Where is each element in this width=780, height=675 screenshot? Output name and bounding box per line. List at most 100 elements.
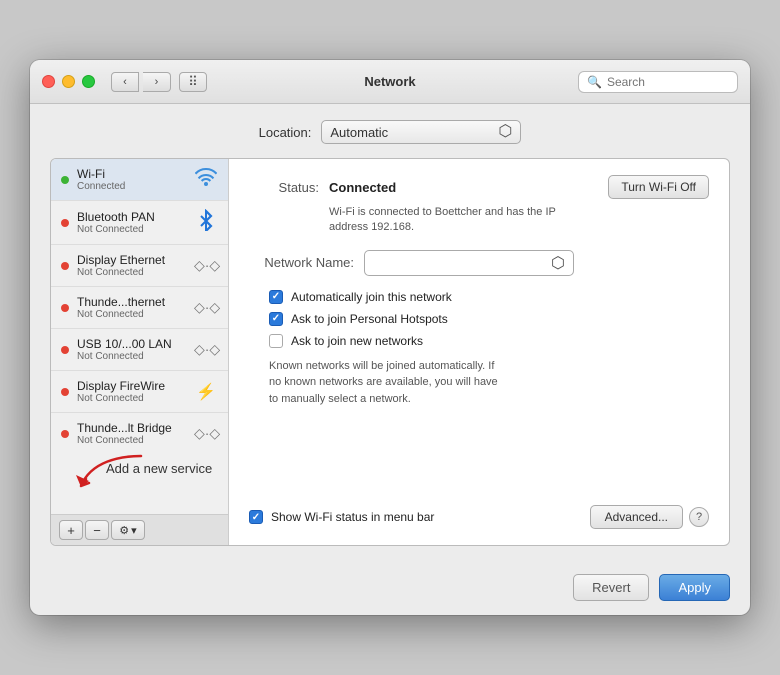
wifi-icon — [194, 168, 218, 191]
sidebar-item-name-tb-bridge: Thunde...lt Bridge — [77, 421, 186, 435]
sidebar-item-name-display-ethernet: Display Ethernet — [77, 253, 186, 267]
sidebar-item-name-tb-ethernet: Thunde...thernet — [77, 295, 186, 309]
gear-menu-button[interactable]: ⚙ ▾ — [111, 520, 145, 540]
join-new-networks-checkbox[interactable] — [269, 334, 283, 348]
location-select[interactable]: Automatic ⬡ — [321, 120, 521, 144]
auto-join-label: Automatically join this network — [291, 290, 452, 304]
sidebar-item-tb-bridge[interactable]: Thunde...lt Bridge Not Connected ◇·◇ — [51, 413, 228, 454]
join-new-networks-row: Ask to join new networks — [269, 334, 709, 348]
remove-service-button[interactable]: − — [85, 520, 109, 540]
show-wifi-checkbox[interactable] — [249, 510, 263, 524]
sidebar-item-status-tb-ethernet: Not Connected — [77, 309, 186, 320]
status-dot-tb-ethernet — [61, 304, 69, 312]
sidebar-item-info-tb-ethernet: Thunde...thernet Not Connected — [77, 295, 186, 320]
sidebar-list: Wi-Fi Connected Bluetooth P — [51, 159, 228, 454]
personal-hotspot-label: Ask to join Personal Hotspots — [291, 312, 448, 326]
auto-join-checkbox[interactable] — [269, 290, 283, 304]
sidebar-item-info-display-ethernet: Display Ethernet Not Connected — [77, 253, 186, 278]
checkboxes: Automatically join this network Ask to j… — [269, 290, 709, 348]
sidebar-item-bluetooth[interactable]: Bluetooth PAN Not Connected — [51, 201, 228, 245]
sidebar-item-name-usb-lan: USB 10/...00 LAN — [77, 337, 186, 351]
network-name-label: Network Name: — [249, 255, 354, 270]
ethernet-icon-3: ◇·◇ — [194, 341, 218, 358]
status-dot-display-ethernet — [61, 262, 69, 270]
nav-buttons: ‹ › — [111, 72, 171, 92]
annotation-area: Add a new service — [51, 454, 228, 514]
chevron-down-icon: ⬡ — [551, 253, 565, 273]
sidebar-item-name-firewire: Display FireWire — [77, 379, 186, 393]
known-networks-note: Known networks will be joined automatica… — [269, 358, 609, 408]
sidebar-item-name-bluetooth: Bluetooth PAN — [77, 210, 186, 224]
status-dot-usb-lan — [61, 346, 69, 354]
status-label: Status: — [249, 180, 319, 195]
status-description: Wi-Fi is connected to Boettcher and has … — [329, 205, 709, 236]
bottom-row: Show Wi-Fi status in menu bar Advanced..… — [249, 495, 709, 529]
turn-wifi-off-button[interactable]: Turn Wi-Fi Off — [608, 175, 709, 199]
forward-button[interactable]: › — [143, 72, 171, 92]
firewire-icon: ⚡ — [194, 382, 218, 402]
chevron-down-icon: ▾ — [131, 524, 137, 537]
sidebar-item-name-wifi: Wi-Fi — [77, 167, 186, 181]
show-wifi-label: Show Wi-Fi status in menu bar — [271, 510, 434, 524]
window-title: Network — [364, 74, 415, 89]
network-name-select[interactable]: ⬡ — [364, 250, 574, 276]
personal-hotspot-checkbox[interactable] — [269, 312, 283, 326]
content-area: Location: Automatic ⬡ Wi-Fi Connected — [30, 104, 750, 562]
sidebar-item-info-firewire: Display FireWire Not Connected — [77, 379, 186, 404]
network-window: ‹ › ⠿ Network 🔍 Location: Automatic ⬡ — [30, 60, 750, 615]
sidebar-item-status-display-ethernet: Not Connected — [77, 267, 186, 278]
status-dot-wifi — [61, 176, 69, 184]
join-new-networks-label: Ask to join new networks — [291, 334, 423, 348]
ethernet-icon-4: ◇·◇ — [194, 425, 218, 442]
search-input[interactable] — [607, 75, 729, 89]
add-service-button[interactable]: + — [59, 520, 83, 540]
help-button[interactable]: ? — [689, 507, 709, 527]
sidebar-item-status-firewire: Not Connected — [77, 393, 186, 404]
sidebar-item-info-usb-lan: USB 10/...00 LAN Not Connected — [77, 337, 186, 362]
search-box[interactable]: 🔍 — [578, 71, 738, 93]
sidebar-item-info-wifi: Wi-Fi Connected — [77, 167, 186, 192]
detail-panel: Status: Connected Turn Wi-Fi Off Wi-Fi i… — [229, 159, 729, 545]
chevron-down-icon: ⬡ — [498, 124, 512, 140]
sidebar-item-status-usb-lan: Not Connected — [77, 351, 186, 362]
main-area: Wi-Fi Connected Bluetooth P — [50, 158, 730, 546]
grid-button[interactable]: ⠿ — [179, 72, 207, 92]
status-dot-tb-bridge — [61, 430, 69, 438]
apply-button[interactable]: Apply — [659, 574, 730, 601]
revert-button[interactable]: Revert — [573, 574, 649, 601]
maximize-button[interactable] — [82, 75, 95, 88]
sidebar-item-wifi[interactable]: Wi-Fi Connected — [51, 159, 228, 201]
titlebar: ‹ › ⠿ Network 🔍 — [30, 60, 750, 104]
bluetooth-icon — [194, 209, 218, 236]
network-name-row: Network Name: ⬡ — [249, 250, 709, 276]
close-button[interactable] — [42, 75, 55, 88]
status-value: Connected — [329, 180, 396, 195]
show-wifi-row: Show Wi-Fi status in menu bar — [249, 510, 434, 524]
sidebar-item-display-ethernet[interactable]: Display Ethernet Not Connected ◇·◇ — [51, 245, 228, 287]
sidebar-item-firewire[interactable]: Display FireWire Not Connected ⚡ — [51, 371, 228, 413]
sidebar-item-info-tb-bridge: Thunde...lt Bridge Not Connected — [77, 421, 186, 446]
back-button[interactable]: ‹ — [111, 72, 139, 92]
location-row: Location: Automatic ⬡ — [50, 120, 730, 144]
location-label: Location: — [259, 125, 312, 140]
sidebar-item-status-bluetooth: Not Connected — [77, 224, 186, 235]
grid-icon: ⠿ — [188, 74, 198, 90]
search-icon: 🔍 — [587, 75, 602, 89]
advanced-button[interactable]: Advanced... — [590, 505, 683, 529]
location-value: Automatic — [330, 125, 388, 140]
status-dot-firewire — [61, 388, 69, 396]
arrow-svg — [61, 451, 151, 506]
ethernet-icon-1: ◇·◇ — [194, 257, 218, 274]
personal-hotspot-row: Ask to join Personal Hotspots — [269, 312, 709, 326]
sidebar-item-info-bluetooth: Bluetooth PAN Not Connected — [77, 210, 186, 235]
minimize-button[interactable] — [62, 75, 75, 88]
footer-buttons: Revert Apply — [30, 562, 750, 615]
sidebar-item-thunderbolt-ethernet[interactable]: Thunde...thernet Not Connected ◇·◇ — [51, 287, 228, 329]
status-dot-bluetooth — [61, 219, 69, 227]
sidebar-item-status-wifi: Connected — [77, 181, 186, 192]
status-row: Status: Connected Turn Wi-Fi Off — [249, 175, 709, 199]
sidebar-toolbar: + − ⚙ ▾ — [51, 514, 228, 545]
auto-join-row: Automatically join this network — [269, 290, 709, 304]
gear-icon: ⚙ — [119, 524, 129, 537]
sidebar-item-usb-lan[interactable]: USB 10/...00 LAN Not Connected ◇·◇ — [51, 329, 228, 371]
